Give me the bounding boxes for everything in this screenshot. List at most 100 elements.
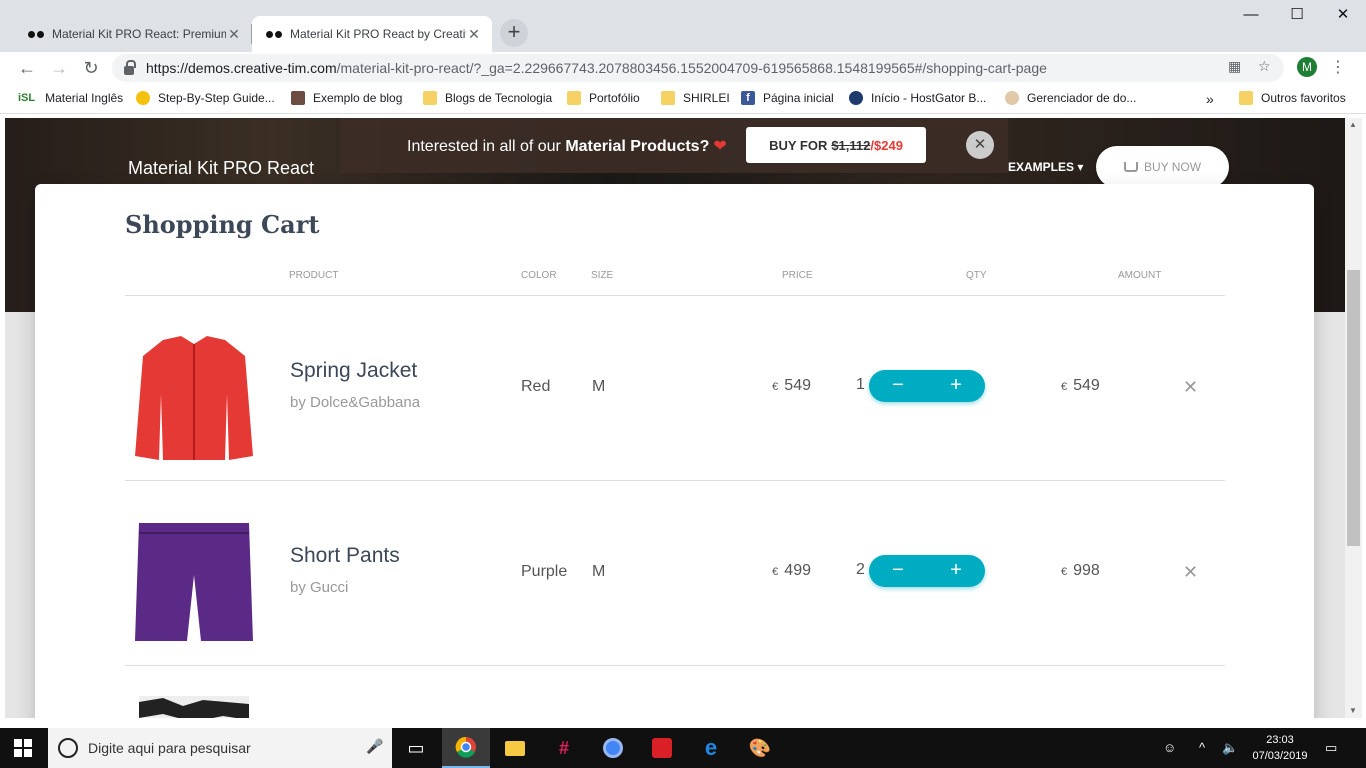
page-scrollbar[interactable]: ▲ ▼ <box>1345 118 1362 718</box>
bookmark-label: Blogs de Tecnologia <box>445 91 553 105</box>
brand-title[interactable]: Material Kit PRO React <box>128 158 314 179</box>
tab-material-kit-premium[interactable]: Material Kit PRO React: Premium ✕ <box>14 16 252 52</box>
bookmark-shirlei[interactable]: SHIRLEI <box>661 91 730 105</box>
creative-cloud-icon[interactable] <box>638 728 686 768</box>
tab-material-kit-active[interactable]: Material Kit PRO React by Creativ ✕ <box>252 16 492 52</box>
product-image-jacket <box>135 336 253 460</box>
tray-chevron-icon[interactable]: ^ <box>1199 740 1205 755</box>
minimize-icon[interactable]: — <box>1228 0 1274 30</box>
product-size: M <box>592 563 606 580</box>
bookmark-blogs-tecnologia[interactable]: Blogs de Tecnologia <box>423 91 552 105</box>
quantity-stepper: − + <box>869 555 985 587</box>
tab-close-icon[interactable]: ✕ <box>226 26 242 43</box>
amount-value: 549 <box>1073 377 1100 394</box>
forward-arrow-icon[interactable]: → <box>47 56 71 80</box>
clock-date: 07/03/2019 <box>1252 750 1308 762</box>
product-amount: €998 <box>1061 562 1100 580</box>
bookmark-gerenciador[interactable]: Gerenciador de do... <box>1005 91 1136 105</box>
bookmark-label: Gerenciador de do... <box>1027 91 1137 105</box>
translate-icon[interactable]: ▦ <box>1228 58 1241 75</box>
decrement-button[interactable]: − <box>869 555 927 587</box>
scroll-thumb[interactable] <box>1347 270 1360 546</box>
volume-icon[interactable]: 🔈 <box>1222 740 1238 756</box>
isl-logo-icon: iSL <box>18 92 36 104</box>
promo-buy-button[interactable]: BUY FOR $1,112/$249 <box>746 127 926 163</box>
folder-icon <box>423 91 437 105</box>
bookmark-material-ingles[interactable]: iSL Material Inglês <box>18 91 123 105</box>
product-name[interactable]: Short Pants <box>290 544 400 568</box>
product-image-shorts <box>135 523 253 641</box>
bookmarks-bar: iSL Material Inglês Step-By-Step Guide..… <box>0 84 1366 114</box>
notifications-icon[interactable]: ▭ <box>1325 740 1337 756</box>
scroll-up-icon[interactable]: ▲ <box>1349 120 1357 129</box>
amount-value: 998 <box>1073 562 1100 579</box>
decrement-button[interactable]: − <box>869 370 927 402</box>
bookmark-outros-favoritos[interactable]: Outros favoritos <box>1239 91 1346 105</box>
people-icon[interactable]: ☺ <box>1163 740 1176 755</box>
currency-symbol: € <box>1061 566 1068 578</box>
slack-icon[interactable]: # <box>540 728 588 768</box>
product-color: Red <box>521 378 551 395</box>
bookmark-label: Exemplo de blog <box>313 91 403 105</box>
nav-examples-label: EXAMPLES <box>1008 160 1075 174</box>
product-amount: €549 <box>1061 377 1100 395</box>
file-explorer-icon[interactable] <box>491 728 539 768</box>
taskbar-clock[interactable]: 23:03 07/03/2019 <box>1250 732 1310 764</box>
heart-icon: ❤ <box>713 138 727 155</box>
windows-start-icon[interactable] <box>14 739 32 757</box>
chrome-menu-icon[interactable]: ⋮ <box>1330 57 1346 77</box>
quantity-stepper: − + <box>869 370 985 402</box>
windows-taskbar: Digite aqui para pesquisar 🎤 ▭ # e 🎨 ☺ ^… <box>0 728 1366 768</box>
bookmark-hostgator[interactable]: Início - HostGator B... <box>849 91 986 105</box>
increment-button[interactable]: + <box>927 555 985 587</box>
new-tab-button[interactable]: + <box>500 19 528 47</box>
increment-button[interactable]: + <box>927 370 985 402</box>
star-bookmark-icon[interactable]: ☆ <box>1258 58 1271 75</box>
clock-time: 23:03 <box>1266 734 1294 746</box>
promo-close-icon[interactable]: ✕ <box>966 131 994 159</box>
chrome-alt-icon[interactable] <box>589 728 637 768</box>
chrome-logo-icon <box>455 736 476 758</box>
more-bookmarks-chevron-icon[interactable]: » <box>1206 91 1214 107</box>
remove-item-close-icon[interactable]: ✕ <box>1183 562 1198 583</box>
bookmark-exemplo-blog[interactable]: Exemplo de blog <box>291 91 402 105</box>
column-header-price: PRICE <box>782 270 813 281</box>
profile-avatar[interactable]: M <box>1297 57 1317 77</box>
tab-close-icon[interactable]: ✕ <box>466 26 482 43</box>
creative-tim-favicon-icon <box>266 29 282 39</box>
back-arrow-icon[interactable]: ← <box>15 56 39 80</box>
currency-symbol: € <box>772 566 779 578</box>
cortana-icon <box>58 738 78 758</box>
shopping-cart-card: Shopping Cart PRODUCT COLOR SIZE PRICE Q… <box>35 184 1314 718</box>
product-image-partial <box>139 696 249 718</box>
close-window-icon[interactable]: ✕ <box>1320 0 1366 30</box>
paint-icon[interactable]: 🎨 <box>736 728 784 768</box>
edge-icon[interactable]: e <box>687 728 735 768</box>
url-host: https://demos.creative-tim.com <box>146 60 337 76</box>
product-name[interactable]: Spring Jacket <box>290 359 417 383</box>
nav-examples-dropdown[interactable]: EXAMPLES ▾ <box>1008 160 1083 174</box>
remove-item-close-icon[interactable]: ✕ <box>1183 377 1198 398</box>
price-value: 499 <box>784 562 811 579</box>
bookmark-portofolio[interactable]: Portofólio <box>567 91 640 105</box>
reload-icon[interactable]: ↻ <box>79 56 103 80</box>
maximize-icon[interactable]: ☐ <box>1274 0 1320 30</box>
bookmark-pagina-inicial[interactable]: f Página inicial <box>741 91 834 105</box>
buy-now-button[interactable]: BUY NOW <box>1096 146 1229 188</box>
currency-symbol: € <box>1061 381 1068 393</box>
taskbar-search-input[interactable]: Digite aqui para pesquisar 🎤 <box>48 728 392 768</box>
bookmark-label: SHIRLEI <box>683 91 730 105</box>
microphone-icon[interactable]: 🎤 <box>366 738 383 755</box>
facebook-icon: f <box>741 91 755 105</box>
chrome-taskbar-icon[interactable] <box>442 728 490 768</box>
bookmark-label: Página inicial <box>763 91 834 105</box>
bookmark-label: Outros favoritos <box>1261 91 1346 105</box>
address-bar[interactable]: https://demos.creative-tim.com /material… <box>112 54 1284 82</box>
gerenciador-icon <box>1005 91 1019 105</box>
creative-tim-favicon-icon <box>28 29 44 39</box>
bookmark-label: Início - HostGator B... <box>871 91 987 105</box>
task-view-icon[interactable]: ▭ <box>392 728 440 768</box>
scroll-down-icon[interactable]: ▼ <box>1349 706 1357 715</box>
bookmark-step-by-step[interactable]: Step-By-Step Guide... <box>136 91 275 105</box>
table-row: Short Pants by Gucci Purple M €499 2 − +… <box>125 481 1225 666</box>
